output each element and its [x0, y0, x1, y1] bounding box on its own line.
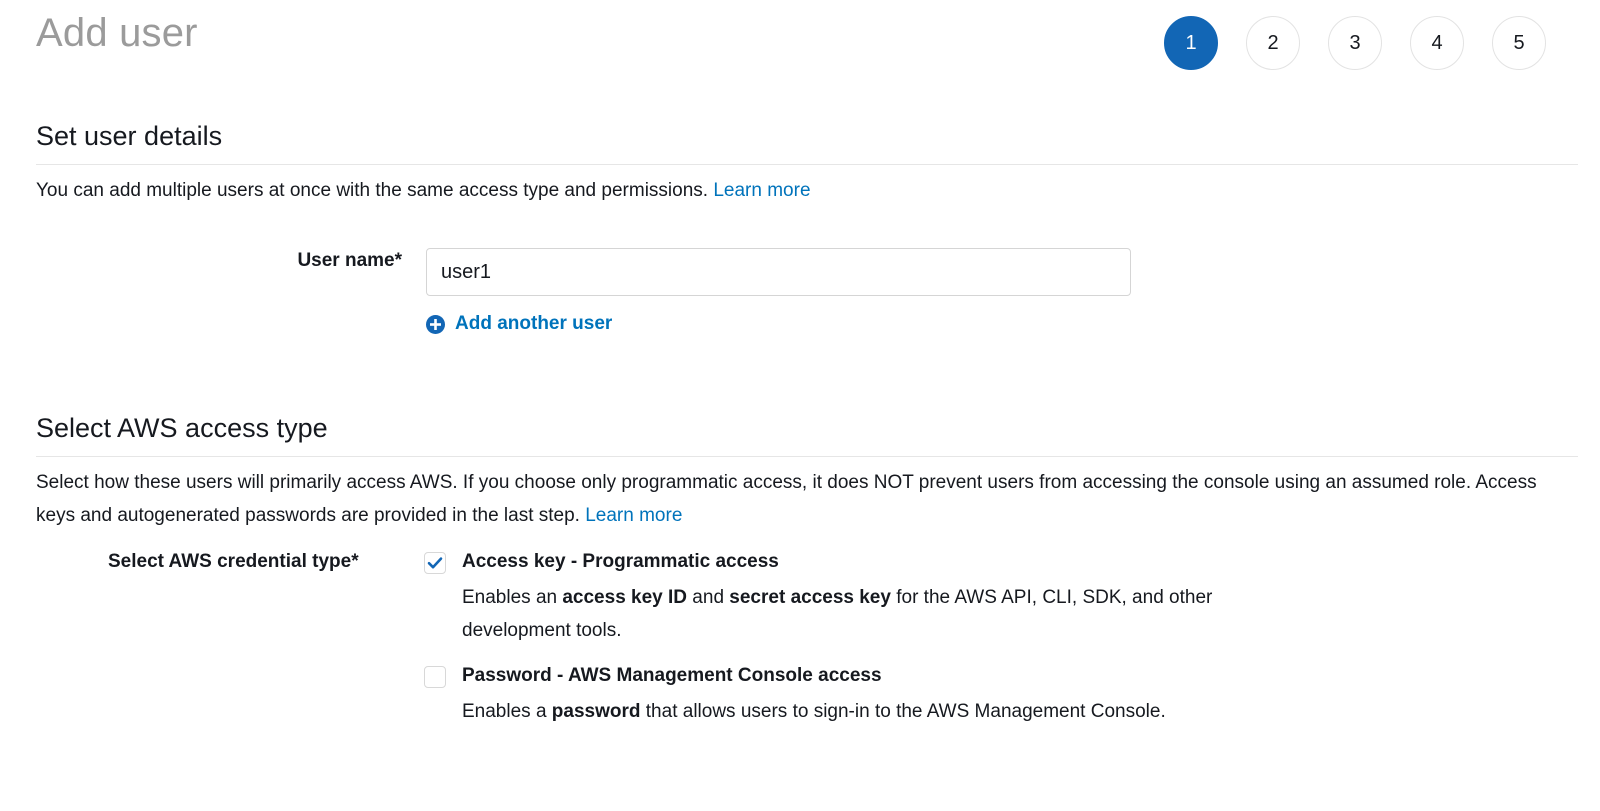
- select-access-type-description-text: Select how these users will primarily ac…: [36, 472, 1537, 526]
- password-checkbox[interactable]: [424, 666, 446, 688]
- option-password: Password - AWS Management Console access…: [424, 663, 1166, 728]
- password-body: Password - AWS Management Console access…: [462, 663, 1166, 728]
- set-user-details-description: You can add multiple users at once with …: [36, 165, 1578, 207]
- set-user-details-section: Set user details You can add multiple us…: [36, 118, 1578, 207]
- access-key-body: Access key - Programmatic access Enables…: [462, 549, 1292, 647]
- access-key-checkbox[interactable]: [424, 552, 446, 574]
- option-access-key: Access key - Programmatic access Enables…: [424, 549, 1292, 647]
- set-user-details-description-text: You can add multiple users at once with …: [36, 180, 709, 201]
- page-header: Add user 1 2 3 4 5: [0, 0, 1600, 88]
- step-1[interactable]: 1: [1164, 16, 1218, 70]
- plus-circle-icon: [426, 314, 445, 334]
- step-5-label: 5: [1513, 32, 1525, 54]
- set-user-details-title: Set user details: [36, 121, 223, 151]
- credential-type-label: Select AWS credential type*: [108, 551, 359, 572]
- add-another-user-row: Add another user: [426, 312, 612, 336]
- user-name-label: User name*: [297, 250, 402, 271]
- learn-more-link-user-details[interactable]: Learn more: [713, 180, 810, 201]
- step-indicator: 1 2 3 4 5: [1164, 16, 1546, 70]
- step-3[interactable]: 3: [1328, 16, 1382, 70]
- password-description: Enables a password that allows users to …: [462, 701, 1166, 722]
- select-access-type-title: Select AWS access type: [36, 413, 328, 443]
- user-name-row: User name*: [0, 248, 1160, 296]
- step-4[interactable]: 4: [1410, 16, 1464, 70]
- step-1-label: 1: [1185, 32, 1197, 54]
- add-user-page: Add user 1 2 3 4 5 Set user details You …: [0, 0, 1600, 811]
- step-4-label: 4: [1431, 32, 1443, 54]
- step-2-label: 2: [1267, 32, 1279, 54]
- user-name-input[interactable]: [426, 248, 1131, 296]
- access-key-title: Access key - Programmatic access: [462, 551, 779, 572]
- step-3-label: 3: [1349, 32, 1361, 54]
- select-access-type-section: Select AWS access type Select how these …: [36, 410, 1578, 532]
- add-another-user-button[interactable]: Add another user: [426, 312, 612, 336]
- learn-more-link-access-type[interactable]: Learn more: [585, 505, 682, 526]
- add-another-user-label: Add another user: [455, 313, 613, 334]
- step-5[interactable]: 5: [1492, 16, 1546, 70]
- step-2[interactable]: 2: [1246, 16, 1300, 70]
- access-key-description: Enables an access key ID and secret acce…: [462, 587, 1213, 641]
- page-title: Add user: [36, 11, 198, 55]
- password-title: Password - AWS Management Console access: [462, 665, 882, 686]
- select-access-type-description: Select how these users will primarily ac…: [36, 457, 1578, 532]
